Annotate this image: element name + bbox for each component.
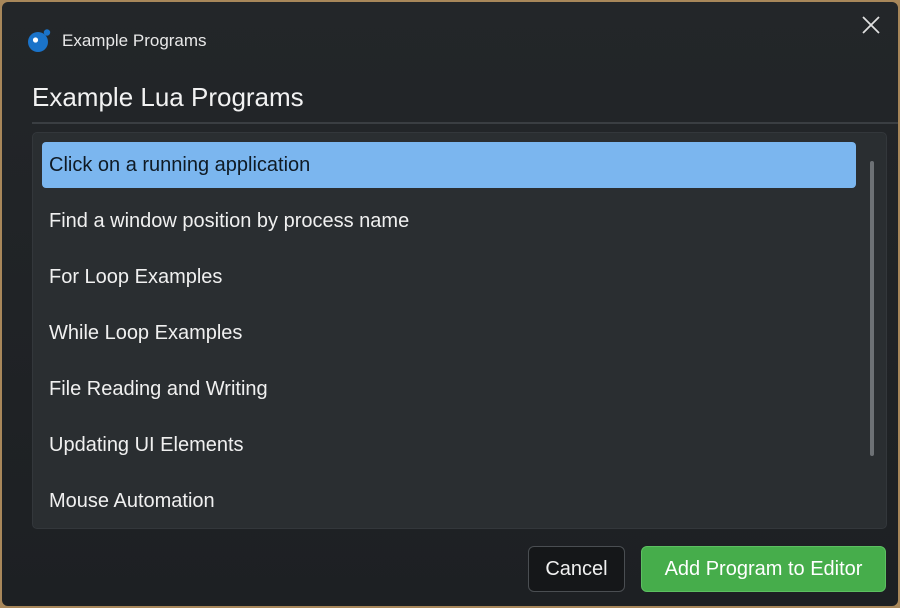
list-item[interactable]: While Loop Examples <box>42 310 856 356</box>
heading-divider <box>32 122 898 124</box>
close-button[interactable] <box>856 12 886 42</box>
add-program-button[interactable]: Add Program to Editor <box>641 546 886 592</box>
title-bar: Example Programs <box>2 2 898 72</box>
close-icon <box>861 15 881 40</box>
list-item[interactable]: Click on a running application <box>42 142 856 188</box>
program-list[interactable]: Click on a running application Find a wi… <box>32 132 887 529</box>
list-item[interactable]: Find a window position by process name <box>42 198 856 244</box>
list-item[interactable]: Updating UI Elements <box>42 422 856 468</box>
list-item[interactable]: Mouse Automation <box>42 478 856 524</box>
app-logo-icon <box>27 28 53 54</box>
window-title: Example Programs <box>62 31 207 50</box>
page-title: Example Lua Programs <box>32 82 304 112</box>
list-scrollbar[interactable] <box>870 161 874 456</box>
dialog-window: Example Programs Example Lua Programs Cl… <box>0 0 900 608</box>
cancel-button[interactable]: Cancel <box>528 546 625 592</box>
list-item[interactable]: For Loop Examples <box>42 254 856 300</box>
list-item[interactable]: File Reading and Writing <box>42 366 856 412</box>
